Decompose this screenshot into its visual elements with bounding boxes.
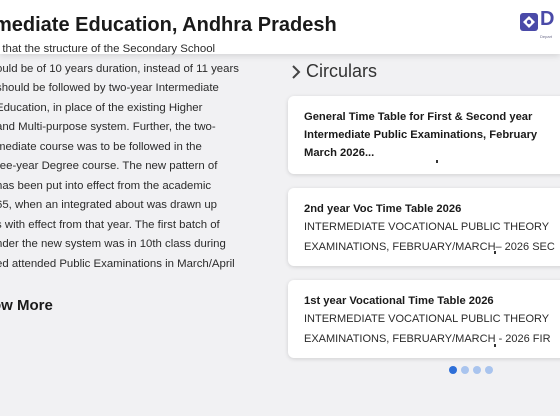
circular-card-2[interactable]: 2nd year Voc Time Table 2026 INTERMEDIAT… xyxy=(288,188,560,266)
know-more-link[interactable]: ow More xyxy=(0,297,53,314)
pagination-dot[interactable] xyxy=(473,366,481,374)
about-line: has been put into effect from the academ… xyxy=(0,179,212,192)
circular-description: INTERMEDIATE VOCATIONAL PUBLIC THEORY EX… xyxy=(304,218,560,257)
about-line: 65, when an integrated about was drawn u… xyxy=(0,199,218,211)
logo-subtitle: Depart xyxy=(540,34,553,39)
carousel-pagination xyxy=(449,366,493,374)
page-title: mediate Education, Andhra Pradesh xyxy=(0,14,337,36)
circular-title: 1st year Vocational Time Table 2026 xyxy=(304,295,494,307)
text-fragment-mark xyxy=(494,344,496,347)
about-line: mediate course was to be followed in the xyxy=(0,140,202,153)
circular-desc-line: INTERMEDIATE VOCATIONAL PUBLIC THEORY xyxy=(304,313,550,325)
pagination-dot[interactable] xyxy=(449,366,457,374)
about-line: ould be of 10 years duration, instead of… xyxy=(0,62,239,75)
circular-title-line: March 2026... xyxy=(304,147,375,159)
circular-card-3[interactable]: 1st year Vocational Time Table 2026 INTE… xyxy=(288,280,560,358)
about-line: Education, in place of the existing High… xyxy=(0,101,203,114)
text-fragment-mark xyxy=(436,160,438,163)
about-line: ree-year Degree course. The new pattern … xyxy=(0,160,218,172)
circular-desc-line: EXAMINATIONS, FEBRUARY/MARCH– 2026 SEC xyxy=(304,240,555,253)
circular-card-1[interactable]: General Time Table for First & Second ye… xyxy=(288,96,560,174)
about-line: s with effect from that year. The first … xyxy=(0,218,220,231)
circular-description: INTERMEDIATE VOCATIONAL PUBLIC THEORY EX… xyxy=(304,310,560,349)
about-line: should be followed by two-year Intermedi… xyxy=(0,82,219,94)
circular-title: General Time Table for First & Second ye… xyxy=(304,108,560,162)
pagination-dot[interactable] xyxy=(485,366,493,374)
circular-title-line: General Time Table for First & Second ye… xyxy=(304,111,533,123)
about-line: nder the new system was in 10th class du… xyxy=(0,238,226,250)
board-logo[interactable]: D Depart xyxy=(519,8,560,44)
circular-title: 2nd year Voc Time Table 2026 xyxy=(304,203,462,215)
chevron-right-icon xyxy=(292,64,301,79)
circulars-heading: Circulars xyxy=(290,61,377,82)
circular-title-line: Intermediate Public Examinations, Februa… xyxy=(304,129,538,141)
section-title: Circulars xyxy=(306,61,378,81)
circular-desc-line: INTERMEDIATE VOCATIONAL PUBLIC THEORY xyxy=(304,221,550,233)
about-text: t that the structure of the Secondary Sc… xyxy=(0,40,272,274)
about-line: ed attended Public Examinations in March… xyxy=(0,257,235,270)
about-line: t that the structure of the Secondary Sc… xyxy=(0,43,216,55)
about-line: and Multi-purpose system. Further, the t… xyxy=(0,121,216,133)
logo-badge-icon xyxy=(520,13,538,31)
text-fragment-mark xyxy=(494,251,496,254)
circular-desc-line: EXAMINATIONS, FEBRUARY/MARCH - 2026 FIR xyxy=(304,332,551,345)
logo-letter: D xyxy=(540,8,555,30)
pagination-dot[interactable] xyxy=(461,366,469,374)
